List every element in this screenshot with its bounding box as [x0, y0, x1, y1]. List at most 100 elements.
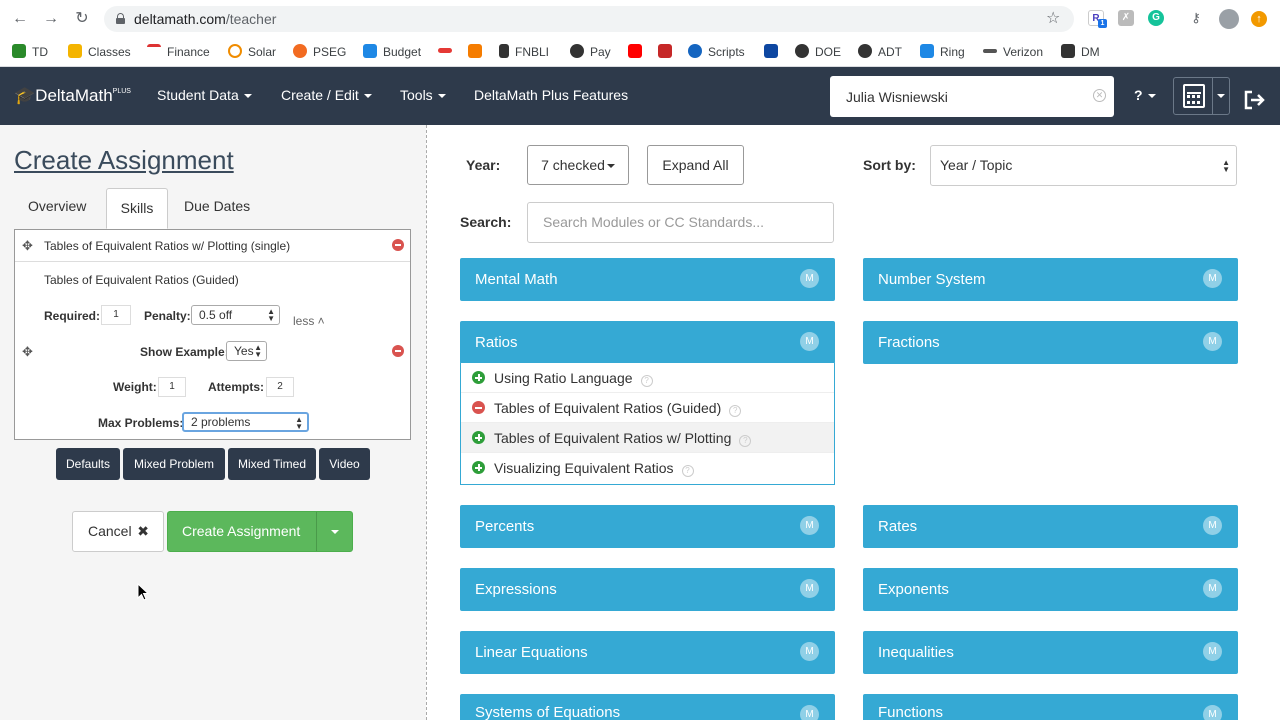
bookmark-budget[interactable]: Budget — [363, 43, 421, 61]
nav-tools[interactable]: Tools — [400, 87, 446, 103]
module-ratios[interactable]: Ratios M — [460, 321, 835, 364]
address-bar[interactable]: deltamath.com/teacher — [104, 6, 1074, 32]
bookmark-pseg[interactable]: PSEG — [293, 43, 346, 61]
sort-select[interactable]: Year / Topic ▲ ▼ — [930, 145, 1237, 186]
add-icon[interactable] — [472, 431, 485, 444]
mouse-cursor-icon — [137, 583, 150, 601]
m-badge: M — [800, 269, 819, 288]
module-linear-equations[interactable]: Linear Equations M — [460, 631, 835, 674]
video-button[interactable]: Video — [319, 448, 370, 480]
year-dropdown[interactable]: 7 checked — [527, 145, 629, 185]
help-icon[interactable]: ? — [640, 375, 653, 387]
show-example-select[interactable]: Yes ▲ ▼ — [226, 341, 267, 361]
bookmark-solar[interactable]: Solar — [228, 43, 276, 61]
bookmark-youtube[interactable] — [628, 43, 648, 61]
expand-all-button[interactable]: Expand All — [647, 145, 744, 185]
module-rates[interactable]: Rates M — [863, 505, 1238, 548]
search-input[interactable]: Search Modules or CC Standards... — [527, 202, 834, 243]
calculator-button[interactable] — [1173, 77, 1230, 115]
tab-due-dates[interactable]: Due Dates — [184, 198, 250, 214]
create-assignment-button[interactable]: Create Assignment — [167, 511, 353, 552]
bookmark-orange-icon[interactable] — [468, 43, 488, 61]
logout-icon[interactable] — [1243, 90, 1267, 110]
bookmark-classes[interactable]: Classes — [68, 43, 131, 61]
page-title: Create Assignment — [14, 145, 234, 175]
remove-icon[interactable] — [472, 401, 485, 414]
module-number-system[interactable]: Number System M — [863, 258, 1238, 301]
forward-icon[interactable]: → — [41, 9, 61, 29]
cancel-button[interactable]: Cancel ✖ — [72, 511, 164, 552]
module-percents[interactable]: Percents M — [460, 505, 835, 548]
move-icon[interactable]: ✥ — [22, 238, 33, 254]
panel-divider[interactable] — [426, 125, 427, 720]
required-input[interactable]: 1 — [101, 305, 131, 325]
verizon-icon — [983, 49, 997, 53]
module-exponents[interactable]: Exponents M — [863, 568, 1238, 611]
tab-overview[interactable]: Overview — [28, 198, 86, 214]
deltamath-logo[interactable]: 🎓DeltaMathPLUS — [14, 86, 131, 106]
bookmark-ring[interactable]: Ring — [920, 43, 965, 61]
bookmark-scripts[interactable]: Scripts — [688, 43, 745, 61]
bookmark-red-icon[interactable] — [438, 43, 458, 61]
bookmark-verizon[interactable]: Verizon — [983, 43, 1043, 61]
module-mental-math[interactable]: Mental Math M — [460, 258, 835, 301]
module-inequalities[interactable]: Inequalities M — [863, 631, 1238, 674]
bookmark-blue-square[interactable] — [764, 43, 784, 61]
move-icon[interactable]: ✥ — [22, 344, 33, 360]
help-icon[interactable]: ? — [739, 435, 752, 447]
nav-create-edit[interactable]: Create / Edit — [281, 87, 372, 103]
update-icon[interactable]: ↑ — [1251, 11, 1267, 27]
remove-subskill-icon[interactable] — [392, 345, 404, 357]
youtube-icon — [628, 44, 642, 58]
penalty-label: Penalty: — [144, 309, 191, 323]
bookmark-dm[interactable]: DM — [1061, 43, 1100, 61]
module-systems-of-equations[interactable]: Systems of Equations M — [460, 694, 835, 720]
module-fractions[interactable]: Fractions M — [863, 321, 1238, 364]
student-select[interactable]: Julia Wisniewski ✕ — [830, 76, 1114, 117]
add-icon[interactable] — [472, 371, 485, 384]
bookmark-finance[interactable]: Finance — [147, 43, 210, 61]
skill-visualizing[interactable]: Visualizing Equivalent Ratios? — [461, 453, 834, 483]
remove-skill-icon[interactable] — [392, 239, 404, 251]
mixed-problem-button[interactable]: Mixed Problem — [123, 448, 225, 480]
add-icon[interactable] — [472, 461, 485, 474]
nav-plus-features[interactable]: DeltaMath Plus Features — [474, 87, 628, 103]
defaults-button[interactable]: Defaults — [56, 448, 120, 480]
skill-using-ratio-language[interactable]: Using Ratio Language? — [461, 363, 834, 393]
pseg-icon — [293, 44, 307, 58]
bookmark-doe[interactable]: DOE — [795, 43, 841, 61]
extension-puzzle-icon[interactable]: ✗ — [1118, 10, 1134, 26]
weight-input[interactable]: 1 — [158, 377, 186, 397]
key-icon[interactable]: ⚷ — [1188, 10, 1204, 26]
back-icon[interactable]: ← — [10, 9, 30, 29]
profile-avatar[interactable] — [1219, 9, 1239, 29]
module-expressions[interactable]: Expressions M — [460, 568, 835, 611]
m-badge: M — [1203, 642, 1222, 661]
help-icon[interactable]: ? — [681, 465, 694, 477]
tab-skills[interactable]: Skills — [106, 188, 168, 229]
finance-icon — [147, 44, 161, 58]
penalty-select[interactable]: 0.5 off ▲ ▼ — [191, 305, 280, 325]
help-icon[interactable]: ? — [729, 405, 742, 417]
max-problems-label: Max Problems: — [98, 416, 184, 430]
attempts-input[interactable]: 2 — [266, 377, 294, 397]
bookmark-adt[interactable]: ADT — [858, 43, 902, 61]
bookmark-fnbli[interactable]: FNBLI — [499, 43, 549, 61]
clear-icon[interactable]: ✕ — [1093, 89, 1106, 102]
skill-tables-plotting[interactable]: Tables of Equivalent Ratios w/ Plotting? — [461, 423, 834, 453]
skill-tables-guided[interactable]: Tables of Equivalent Ratios (Guided)? — [461, 393, 834, 423]
max-problems-select[interactable]: 2 problems ▲ ▼ — [182, 412, 309, 432]
nav-student-data[interactable]: Student Data — [157, 87, 252, 103]
reload-icon[interactable]: ↻ — [72, 9, 92, 29]
module-functions[interactable]: Functions M — [863, 694, 1238, 720]
bookmark-star-icon[interactable]: ☆ — [1046, 8, 1060, 28]
help-menu[interactable]: ? — [1134, 87, 1156, 103]
bookmark-td[interactable]: TD — [12, 43, 48, 61]
less-toggle[interactable]: less ˄ — [293, 314, 325, 328]
bookmark-red-square[interactable] — [658, 43, 678, 61]
mixed-timed-button[interactable]: Mixed Timed — [228, 448, 316, 480]
grammarly-icon[interactable]: G — [1148, 10, 1164, 26]
bookmark-pay[interactable]: Pay — [570, 43, 611, 61]
create-dropdown-caret[interactable] — [331, 530, 339, 534]
sort-label: Sort by: — [863, 157, 916, 173]
